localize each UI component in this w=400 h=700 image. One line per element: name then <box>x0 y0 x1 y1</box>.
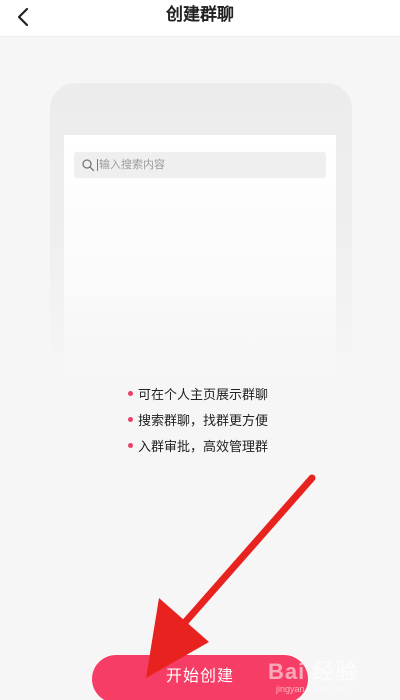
page-title: 创建群聊 <box>166 5 234 25</box>
feature-item: 可在个人主页展示群聊 <box>128 380 348 406</box>
text-caret <box>97 159 98 171</box>
feature-item: 入群审批，高效管理群 <box>128 432 348 458</box>
mock-search-bar: 输入搜索内容 <box>74 152 326 178</box>
bullet-dot <box>128 416 133 422</box>
phone-screen: 输入搜索内容 <box>64 135 336 373</box>
header-bar: 创建群聊 <box>0 0 400 37</box>
start-create-button[interactable]: 开始创建 <box>92 655 308 700</box>
search-placeholder: 输入搜索内容 <box>99 158 165 171</box>
bullet-dot <box>128 390 133 396</box>
search-icon <box>82 159 95 172</box>
feature-text: 搜索群聊，找群更方便 <box>138 413 269 429</box>
feature-list: 可在个人主页展示群聊 搜索群聊，找群更方便 入群审批，高效管理群 <box>128 380 348 458</box>
feature-text: 入群审批，高效管理群 <box>138 439 269 455</box>
feature-text: 可在个人主页展示群聊 <box>138 387 269 403</box>
bullet-dot <box>128 442 133 448</box>
phone-illustration: 输入搜索内容 <box>50 83 352 373</box>
feature-item: 搜索群聊，找群更方便 <box>128 406 348 432</box>
screen: 创建群聊 输入搜索内容 可在个人主页展示群聊 搜索群聊，找群更方便 入群审批，高… <box>0 0 400 700</box>
